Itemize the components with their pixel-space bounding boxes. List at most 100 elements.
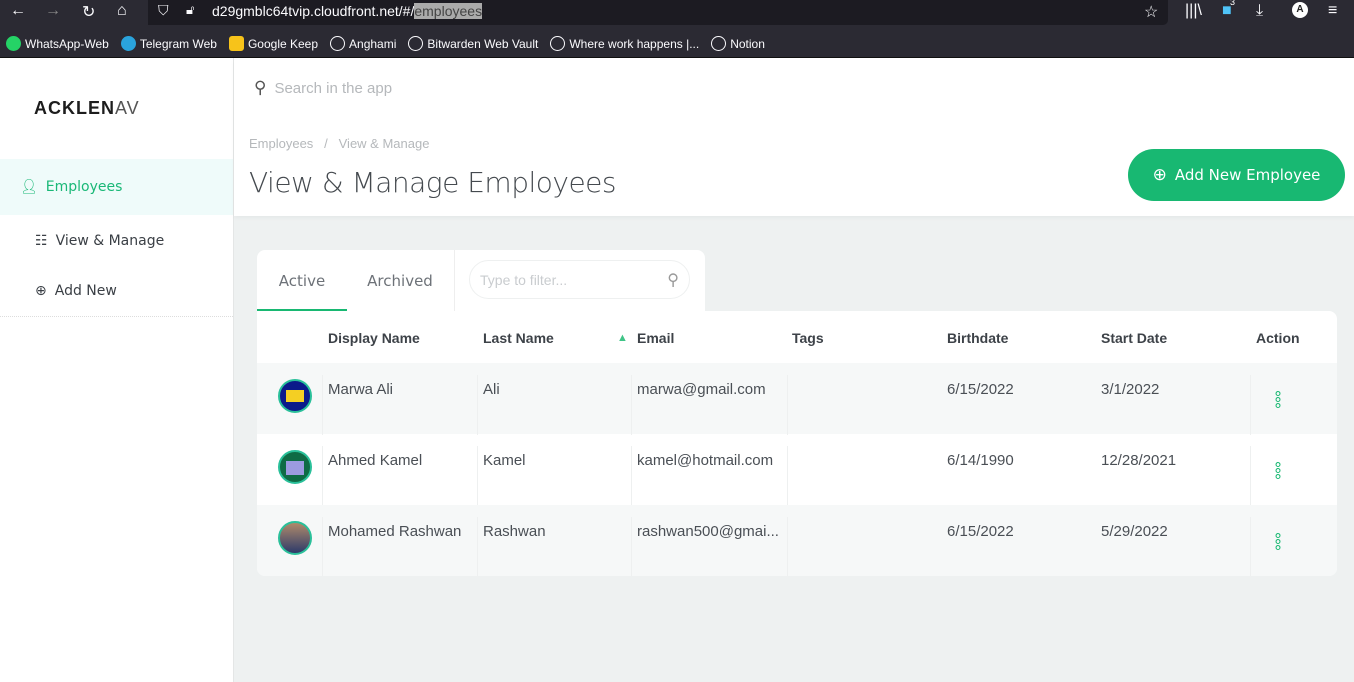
telegram-icon <box>120 36 136 51</box>
profile-icon[interactable]: A <box>1292 2 1308 18</box>
whatsapp-icon <box>6 36 21 51</box>
table-row[interactable]: Marwa Ali Ali marwa@gmail.com 6/15/2022 … <box>257 363 1337 435</box>
breadcrumb: Employees / View & Manage <box>249 136 429 151</box>
cell-display-name: Marwa Ali <box>328 381 394 398</box>
bookmark-google-keep[interactable]: Google Keep <box>228 36 319 51</box>
avatar <box>278 379 312 413</box>
filter-placeholder: Type to filter... <box>480 271 568 288</box>
column-tags[interactable]: Tags <box>792 311 824 363</box>
sidebar-item-label: Add New <box>54 282 117 299</box>
bookmarks-bar: WhatsApp-Web Telegram Web Google Keep An… <box>0 30 1354 58</box>
search-input[interactable]: Search in the app <box>274 80 392 97</box>
cell-start-date: 3/1/2022 <box>1101 381 1160 398</box>
download-icon[interactable]: ⤓ <box>1256 2 1263 20</box>
bookmark-slack[interactable]: Where work happens |... <box>550 36 699 51</box>
library-icon[interactable]: |||\ <box>1185 2 1202 20</box>
tab-divider <box>454 250 455 311</box>
app-search[interactable]: ⚲ Search in the app <box>254 78 392 98</box>
column-divider <box>477 446 478 506</box>
cell-birthdate: 6/15/2022 <box>947 523 1014 540</box>
sidebar-item-label: View & Manage <box>55 233 165 249</box>
column-display-name[interactable]: Display Name <box>328 311 420 363</box>
sidebar-item-add-new[interactable]: ⊕ Add New <box>0 265 233 317</box>
cell-email: kamel@hotmail.com <box>637 452 774 469</box>
star-icon[interactable]: ☆ <box>1144 2 1158 22</box>
table-row[interactable]: Mohamed Rashwan Rashwan rashwan500@gmai.… <box>257 505 1337 576</box>
column-start-date[interactable]: Start Date <box>1101 311 1167 363</box>
column-divider <box>787 517 788 576</box>
cell-start-date: 5/29/2022 <box>1101 523 1168 540</box>
column-divider <box>631 375 632 435</box>
cell-last-name: Rashwan <box>483 523 546 540</box>
cell-birthdate: 6/14/1990 <box>947 452 1014 469</box>
keep-icon <box>228 36 244 51</box>
home-icon[interactable]: ⌂ <box>117 2 127 20</box>
column-divider <box>322 375 323 435</box>
tab-archived[interactable]: Archived <box>347 250 453 311</box>
column-divider <box>787 375 788 435</box>
filter-input[interactable]: Type to filter... ⚲ <box>469 260 690 299</box>
shield-icon[interactable]: ⛉ <box>158 2 169 19</box>
cell-email: marwa@gmail.com <box>637 381 766 398</box>
column-divider <box>787 446 788 506</box>
forward-icon[interactable]: → <box>45 2 61 20</box>
search-icon: ⚲ <box>254 78 267 97</box>
column-divider <box>477 517 478 576</box>
logo-bold: ACKLEN <box>34 98 115 118</box>
globe-icon <box>330 36 346 51</box>
column-divider <box>1250 446 1251 506</box>
sort-asc-icon[interactable]: ▲ <box>617 311 628 363</box>
sidebar-item-label: Employees <box>45 179 123 195</box>
cell-last-name: Ali <box>483 381 500 398</box>
bookmark-label: WhatsApp-Web <box>25 36 109 51</box>
more-actions-icon[interactable]: ∘ ∘ ∘ <box>1273 386 1283 414</box>
breadcrumb-separator: / <box>324 136 328 151</box>
breadcrumb-view-manage[interactable]: View & Manage <box>339 136 430 151</box>
column-action: Action <box>1256 330 1300 346</box>
column-divider <box>1250 517 1251 576</box>
bookmark-anghami[interactable]: Anghami <box>330 36 396 51</box>
url-text[interactable]: d29gmblc64tvip.cloudfront.net/#/employee… <box>212 3 483 19</box>
cell-start-date: 12/28/2021 <box>1101 452 1177 469</box>
list-icon: ☷ <box>35 233 48 249</box>
search-icon: ⚲ <box>667 271 679 289</box>
bookmark-whatsapp[interactable]: WhatsApp-Web <box>6 36 109 51</box>
back-icon[interactable]: ← <box>10 2 26 20</box>
bookmark-label: Google Keep <box>247 36 319 51</box>
cell-email: rashwan500@gmai... <box>637 523 779 540</box>
lock-icon[interactable]: 🔓︎ <box>186 2 194 18</box>
bookmark-label: Where work happens |... <box>569 36 700 51</box>
column-email[interactable]: Email <box>637 311 674 363</box>
column-birthdate[interactable]: Birthdate <box>947 311 1008 363</box>
plus-circle-icon: ⊕ <box>1152 165 1167 185</box>
add-button-label: Add New Employee <box>1174 166 1321 184</box>
url-selected: employees <box>414 3 483 19</box>
globe-icon <box>711 36 727 51</box>
avatar <box>278 521 312 555</box>
sidebar-item-view-manage[interactable]: ☷ View & Manage <box>0 213 233 269</box>
add-new-employee-button[interactable]: ⊕ Add New Employee <box>1128 149 1345 201</box>
column-last-name[interactable]: Last Name <box>483 311 554 363</box>
logo-light: AV <box>115 98 140 118</box>
more-actions-icon[interactable]: ∘ ∘ ∘ <box>1273 457 1283 485</box>
reload-icon[interactable]: ↻ <box>82 2 95 22</box>
bookmark-label: Bitwarden Web Vault <box>427 36 539 51</box>
cell-last-name: Kamel <box>483 452 526 469</box>
bookmark-bitwarden[interactable]: Bitwarden Web Vault <box>408 36 538 51</box>
tab-active[interactable]: Active <box>257 250 347 311</box>
bookmark-notion[interactable]: Notion <box>711 36 765 51</box>
column-divider <box>631 446 632 506</box>
logo[interactable]: ACKLENAV <box>34 98 140 119</box>
column-divider <box>631 517 632 576</box>
table-row[interactable]: Ahmed Kamel Kamel kamel@hotmail.com 6/14… <box>257 434 1337 506</box>
bookmark-telegram[interactable]: Telegram Web <box>120 36 217 51</box>
breadcrumb-employees[interactable]: Employees <box>249 136 313 151</box>
plus-circle-icon: ⊕ <box>35 282 47 299</box>
bookmark-label: Notion <box>730 36 765 51</box>
sidebar-item-employees[interactable]: 👤︎ Employees <box>0 159 233 215</box>
cell-display-name: Mohamed Rashwan <box>328 523 462 540</box>
more-actions-icon[interactable]: ∘ ∘ ∘ <box>1273 528 1283 556</box>
menu-icon[interactable]: ≡ <box>1328 2 1337 20</box>
column-divider <box>322 517 323 576</box>
cell-display-name: Ahmed Kamel <box>328 452 423 469</box>
